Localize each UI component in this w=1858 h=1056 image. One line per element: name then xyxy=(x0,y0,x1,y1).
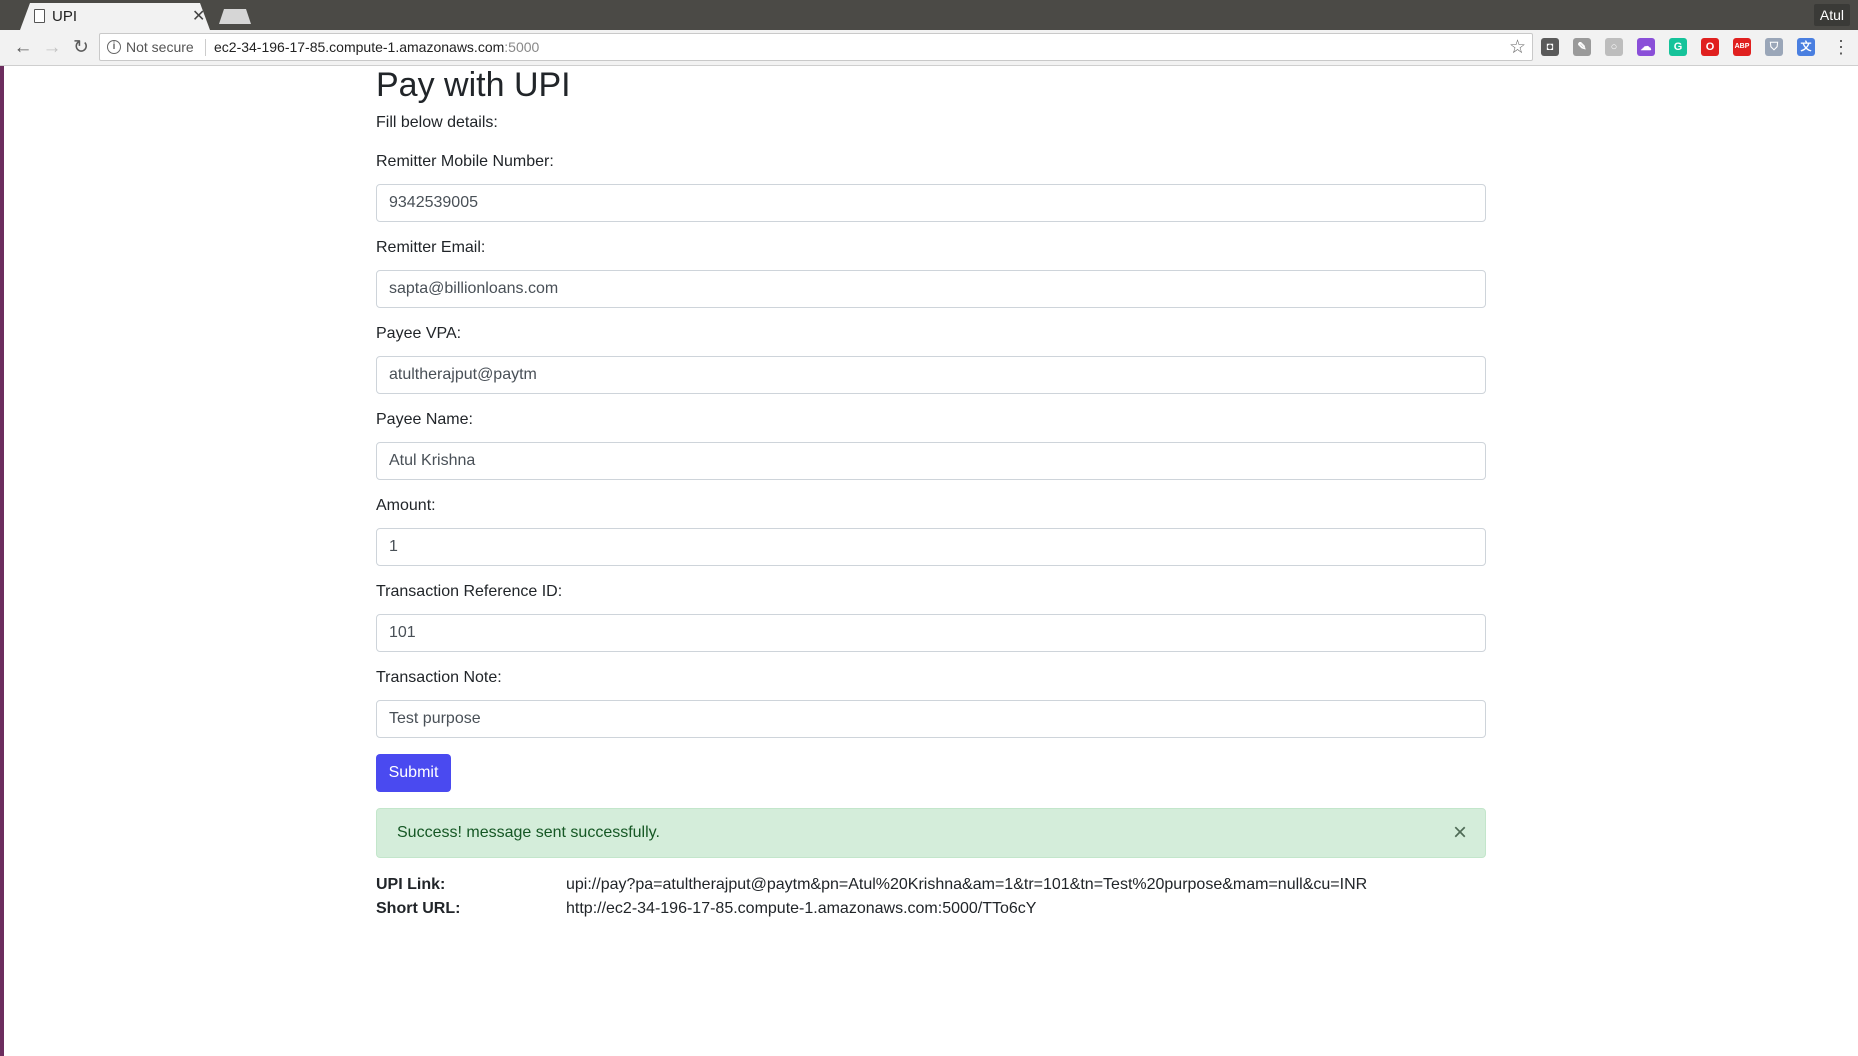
transaction-ref-input[interactable] xyxy=(376,614,1486,652)
info-icon[interactable]: i xyxy=(107,40,121,54)
short-url-value[interactable]: http://ec2-34-196-17-85.compute-1.amazon… xyxy=(566,900,1036,918)
transaction-note-input[interactable] xyxy=(376,700,1486,738)
pocket-icon[interactable]: ◘ xyxy=(1541,38,1559,56)
document-icon xyxy=(34,9,45,23)
email-label: Remitter Email: xyxy=(376,239,486,256)
transaction-note-label: Transaction Note: xyxy=(376,669,502,686)
upi-link-value: upi://pay?pa=atultherajput@paytm&pn=Atul… xyxy=(566,876,1368,893)
shield-icon[interactable]: ⛉ xyxy=(1765,38,1783,56)
window-edge xyxy=(0,66,4,1056)
grammarly-icon[interactable]: G xyxy=(1669,38,1687,56)
payee-vpa-label: Payee VPA: xyxy=(376,325,462,342)
upi-link-label: UPI Link: xyxy=(376,876,446,893)
circle-ext-icon[interactable]: ○ xyxy=(1605,38,1623,56)
browser-titlebar: UPI ✕ Atul xyxy=(0,0,1858,30)
security-label[interactable]: Not secure xyxy=(126,39,194,55)
submit-button[interactable]: Submit xyxy=(376,754,451,792)
amount-label: Amount: xyxy=(376,497,436,514)
transaction-ref-label: Transaction Reference ID: xyxy=(376,583,563,600)
url-divider xyxy=(205,39,206,56)
url-port: :5000 xyxy=(504,39,540,55)
opera-icon[interactable]: O xyxy=(1701,38,1719,56)
pen-icon[interactable]: ✎ xyxy=(1573,38,1591,56)
menu-dots-icon[interactable]: ⋮ xyxy=(1832,36,1850,58)
bookmark-star-icon[interactable]: ☆ xyxy=(1509,36,1526,59)
amount-input[interactable] xyxy=(376,528,1486,566)
adblock-icon[interactable]: ABP xyxy=(1733,38,1751,56)
url-host: ec2-34-196-17-85.compute-1.amazonaws.com xyxy=(214,39,505,55)
intro-text: Fill below details: xyxy=(376,114,498,131)
back-arrow-icon[interactable]: ← xyxy=(12,37,34,59)
success-alert: Success! message sent successfully. × xyxy=(376,808,1486,858)
close-icon[interactable]: × xyxy=(1453,819,1467,847)
forward-arrow-icon[interactable]: → xyxy=(41,37,63,59)
mobile-number-label: Remitter Mobile Number: xyxy=(376,153,554,170)
translate-icon[interactable]: 文 xyxy=(1797,38,1815,56)
mobile-number-input[interactable] xyxy=(376,184,1486,222)
tab-close-icon[interactable]: ✕ xyxy=(192,6,205,26)
payee-name-input[interactable] xyxy=(376,442,1486,480)
profile-button[interactable]: Atul xyxy=(1813,4,1850,26)
url-text[interactable]: ec2-34-196-17-85.compute-1.amazonaws.com… xyxy=(214,39,539,55)
browser-tab[interactable]: UPI ✕ xyxy=(20,3,210,30)
new-tab-button[interactable] xyxy=(219,9,251,24)
email-input[interactable] xyxy=(376,270,1486,308)
payee-name-label: Payee Name: xyxy=(376,411,473,428)
cloud-icon[interactable]: ☁ xyxy=(1637,38,1655,56)
reload-icon[interactable]: ↻ xyxy=(70,37,92,59)
address-bar[interactable]: i Not secure ec2-34-196-17-85.compute-1.… xyxy=(99,33,1533,61)
tab-title: UPI xyxy=(52,8,78,25)
payee-vpa-input[interactable] xyxy=(376,356,1486,394)
page-title: Pay with UPI xyxy=(376,66,571,104)
short-url-label: Short URL: xyxy=(376,900,461,917)
alert-message: Success! message sent successfully. xyxy=(397,824,660,841)
browser-toolbar: ← → ↻ i Not secure ec2-34-196-17-85.comp… xyxy=(0,30,1858,66)
